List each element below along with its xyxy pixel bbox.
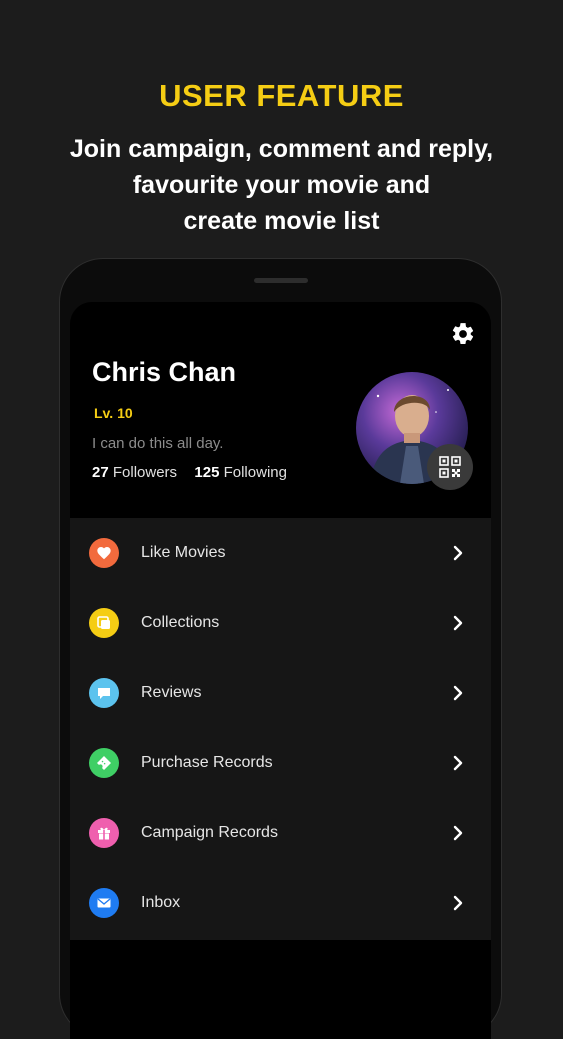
ticket-icon [89, 748, 119, 778]
menu-item-label: Purchase Records [141, 754, 273, 771]
feature-description-line-1: Join campaign, comment and reply, [69, 135, 494, 163]
follow-stats: 27 Followers 125 Following [92, 464, 287, 481]
comment-icon [89, 678, 119, 708]
chevron-right-icon [453, 685, 463, 701]
collections-icon [89, 608, 119, 638]
chevron-right-icon [453, 755, 463, 771]
menu-item-campaign-records[interactable]: Campaign Records [70, 798, 491, 868]
menu-item-collections[interactable]: Collections [70, 588, 491, 658]
chevron-right-icon [453, 895, 463, 911]
gift-icon [89, 818, 119, 848]
menu-item-label: Collections [141, 614, 220, 631]
menu-item-label: Campaign Records [141, 824, 278, 841]
menu-item-label: Inbox [141, 894, 181, 911]
chevron-right-icon [453, 825, 463, 841]
mail-icon [89, 888, 119, 918]
menu-item-label: Like Movies [141, 544, 226, 561]
profile-menu: Like Movies Collections Reviews Purchase… [70, 518, 491, 940]
followers-label[interactable]: Followers [113, 464, 177, 481]
menu-item-label: Reviews [141, 684, 202, 701]
profile-name: Chris Chan [92, 357, 237, 387]
feature-description-line-2: favourite your movie and [132, 171, 431, 199]
menu-item-inbox[interactable]: Inbox [70, 868, 491, 938]
following-count[interactable]: 125 [194, 464, 219, 481]
qr-code-icon [439, 456, 461, 478]
followers-count[interactable]: 27 [92, 464, 109, 481]
phone-frame: Chris Chan Lv. 10 I can do this all day.… [59, 258, 502, 1039]
chevron-right-icon [453, 545, 463, 561]
menu-item-reviews[interactable]: Reviews [70, 658, 491, 728]
menu-item-purchase-records[interactable]: Purchase Records [70, 728, 491, 798]
level-badge: Lv. 10 [94, 405, 133, 421]
feature-headline: USER FEATURE [159, 78, 404, 113]
phone-speaker [254, 278, 308, 283]
menu-item-like-movies[interactable]: Like Movies [70, 518, 491, 588]
chevron-right-icon [453, 615, 463, 631]
heart-icon [89, 538, 119, 568]
qr-code-button[interactable] [427, 444, 473, 490]
profile-screen: Chris Chan Lv. 10 I can do this all day.… [70, 302, 491, 1039]
feature-description-line-3: create movie list [183, 207, 380, 235]
gear-icon[interactable] [450, 321, 476, 347]
profile-bio: I can do this all day. [92, 435, 224, 452]
following-label[interactable]: Following [224, 464, 287, 481]
